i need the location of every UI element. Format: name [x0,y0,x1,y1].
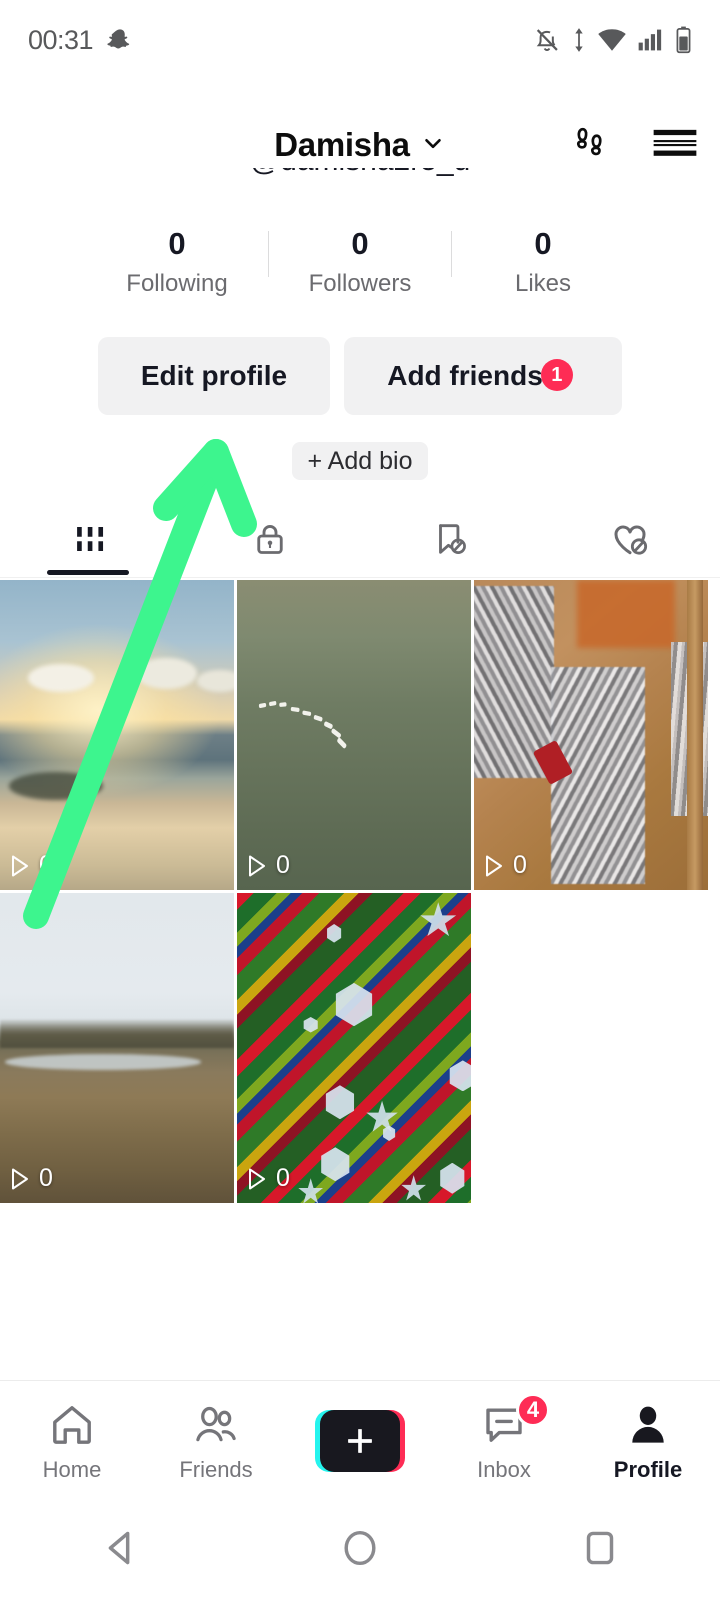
notifications-off-icon [533,26,561,54]
heart-hidden-icon [610,519,650,564]
add-bio-row: + Add bio [0,442,720,480]
footprints-icon[interactable] [568,121,612,170]
play-count-value: 0 [276,1164,290,1192]
video-thumbnail-beach-sunset [0,580,234,890]
bottom-navigation: Home Friends 4 Inbox Profile [0,1380,720,1500]
add-friends-button[interactable]: Add friends 1 [344,337,622,415]
android-back-button[interactable] [60,1525,180,1576]
tiktok-profile-screen: 00:31 Damisha 0 Following 0 Followers 0 … [0,0,720,1600]
lock-icon [252,521,288,562]
status-bar-left: 00:31 [28,25,133,56]
tab-private[interactable] [180,505,360,577]
tab-saved[interactable] [360,505,540,577]
home-circle-icon [337,1525,383,1576]
battery-icon [675,26,692,54]
play-count: 0 [10,851,53,880]
video-cell[interactable]: 0 [474,580,708,890]
status-bar-right [533,26,692,54]
nav-item-friends[interactable]: Friends [144,1381,288,1500]
profile-stats: 0 Following 0 Followers 0 Likes [0,225,720,303]
video-thumbnail-water-birds [237,580,471,890]
play-icon [249,1168,265,1189]
android-home-button[interactable] [300,1525,420,1576]
nav-label: Friends [179,1456,253,1482]
create-button[interactable] [315,1409,405,1472]
signal-icon [638,27,664,53]
username-clipped[interactable]: @damisha2r5_u [0,168,720,192]
nav-label: Profile [613,1456,683,1482]
play-icon [12,1168,28,1189]
inbox-icon: 4 [480,1392,550,1451]
video-grid: 0 0 0 0 0 [0,580,720,1203]
person-icon [625,1399,671,1451]
nav-label: Home [42,1456,102,1482]
play-count-value: 0 [39,1164,53,1192]
play-count-value: 0 [513,851,527,879]
active-tab-indicator [47,570,129,575]
stat-following[interactable]: 0 Following [86,225,268,303]
recents-square-icon [577,1525,623,1576]
play-count: 0 [10,1164,53,1193]
play-icon [486,855,502,876]
add-bio-button[interactable]: + Add bio [291,442,429,480]
add-bio-label: + Add bio [307,446,413,475]
snapchat-icon [107,27,133,53]
stat-label: Followers [308,270,412,297]
home-icon [48,1399,96,1451]
friends-icon [191,1399,241,1451]
stat-likes[interactable]: 0 Likes [452,225,634,303]
plus-icon [320,1409,400,1472]
video-thumbnail-scrapyard-aerial [474,580,708,890]
inbox-badge: 4 [516,1392,550,1427]
wifi-icon [597,27,627,53]
stat-label: Likes [514,270,572,297]
nav-label: Inbox [477,1456,531,1482]
status-bar-clock: 00:31 [28,24,94,55]
grid-icon [72,521,108,562]
play-count: 0 [247,851,290,880]
nav-item-create[interactable] [288,1381,432,1500]
status-bar: 00:31 [0,0,720,80]
play-count-value: 0 [276,851,290,879]
video-thumbnail-heathland [0,893,234,1203]
play-count: 0 [247,1164,290,1193]
stat-followers[interactable]: 0 Followers [269,225,451,303]
edit-profile-label: Edit profile [140,360,288,391]
nav-item-home[interactable]: Home [0,1381,144,1500]
video-cell[interactable]: 0 [0,893,234,1203]
stat-value: 0 [534,226,552,261]
video-cell[interactable]: 0 [0,580,234,890]
chevron-down-icon[interactable] [420,130,446,161]
play-count-value: 0 [39,851,53,879]
bookmark-hidden-icon [431,520,469,563]
back-triangle-icon [97,1525,143,1576]
stat-value: 0 [351,226,369,261]
video-cell[interactable]: 0 [237,580,471,890]
stat-label: Following [126,270,228,297]
hamburger-menu-icon[interactable] [652,124,698,167]
content-tabs [0,505,720,577]
android-recents-button[interactable] [540,1525,660,1576]
android-navigation-bar [0,1500,720,1600]
add-friends-badge: 1 [540,359,573,391]
nav-item-profile[interactable]: Profile [576,1381,720,1500]
stat-value: 0 [168,226,186,261]
video-cell[interactable]: 0 [237,893,471,1203]
play-count: 0 [484,851,527,880]
video-thumbnail-rainbow-slime [237,893,471,1203]
tabs-bottom-border [0,577,720,578]
tab-liked[interactable] [540,505,720,577]
data-transfer-icon [572,27,586,53]
profile-actions: Edit profile Add friends 1 [0,337,720,415]
edit-profile-button[interactable]: Edit profile [98,337,330,415]
tab-posts[interactable] [0,505,180,577]
header-actions [568,121,698,170]
username: @damisha2r5_u [0,168,720,178]
play-icon [12,855,28,876]
nav-item-inbox[interactable]: 4 Inbox [432,1381,576,1500]
page-title: Damisha [274,126,410,163]
play-icon [249,855,265,876]
add-friends-label: Add friends [387,360,543,391]
